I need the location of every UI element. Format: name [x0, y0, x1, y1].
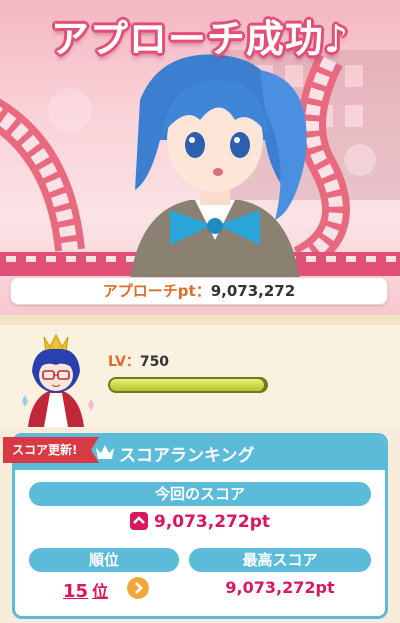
- approach-result-banner: アプローチ成功♪ アプローチpt：9,073,272: [0, 0, 400, 315]
- rank-link[interactable]: 15 位: [63, 578, 108, 602]
- rank-unit: 位: [92, 582, 109, 601]
- level-label: LV：: [108, 354, 140, 370]
- player-level: LV：750: [108, 351, 169, 371]
- approach-success-title: アプローチ成功♪: [50, 17, 350, 61]
- exp-progress-fill: [110, 379, 265, 391]
- rank-label: 順位: [29, 548, 179, 572]
- approach-points-value: 9,073,272: [210, 282, 296, 300]
- new-score-badge: スコア更新!: [12, 443, 78, 457]
- heroine-illustration: [130, 54, 307, 280]
- approach-points-bar: アプローチpt：9,073,272: [10, 277, 388, 305]
- chevron-right-icon[interactable]: [127, 577, 149, 599]
- current-score-label: 今回のスコア: [29, 482, 371, 506]
- best-score-label: 最高スコア: [189, 548, 371, 572]
- current-score: 9,073,272pt: [15, 512, 385, 532]
- player-status: LV：750: [0, 315, 400, 428]
- score-ranking-title: スコアランキング: [119, 446, 255, 466]
- exp-progress-bar: [108, 377, 268, 393]
- current-score-value: 9,073,272pt: [153, 512, 270, 532]
- up-arrow-icon: [129, 512, 148, 530]
- best-score-value: 9,073,272pt: [225, 578, 335, 597]
- rank-value: 15: [63, 581, 89, 602]
- player-avatar[interactable]: [14, 331, 98, 427]
- approach-points-label: アプローチpt：: [102, 282, 211, 300]
- level-value: 750: [139, 354, 170, 370]
